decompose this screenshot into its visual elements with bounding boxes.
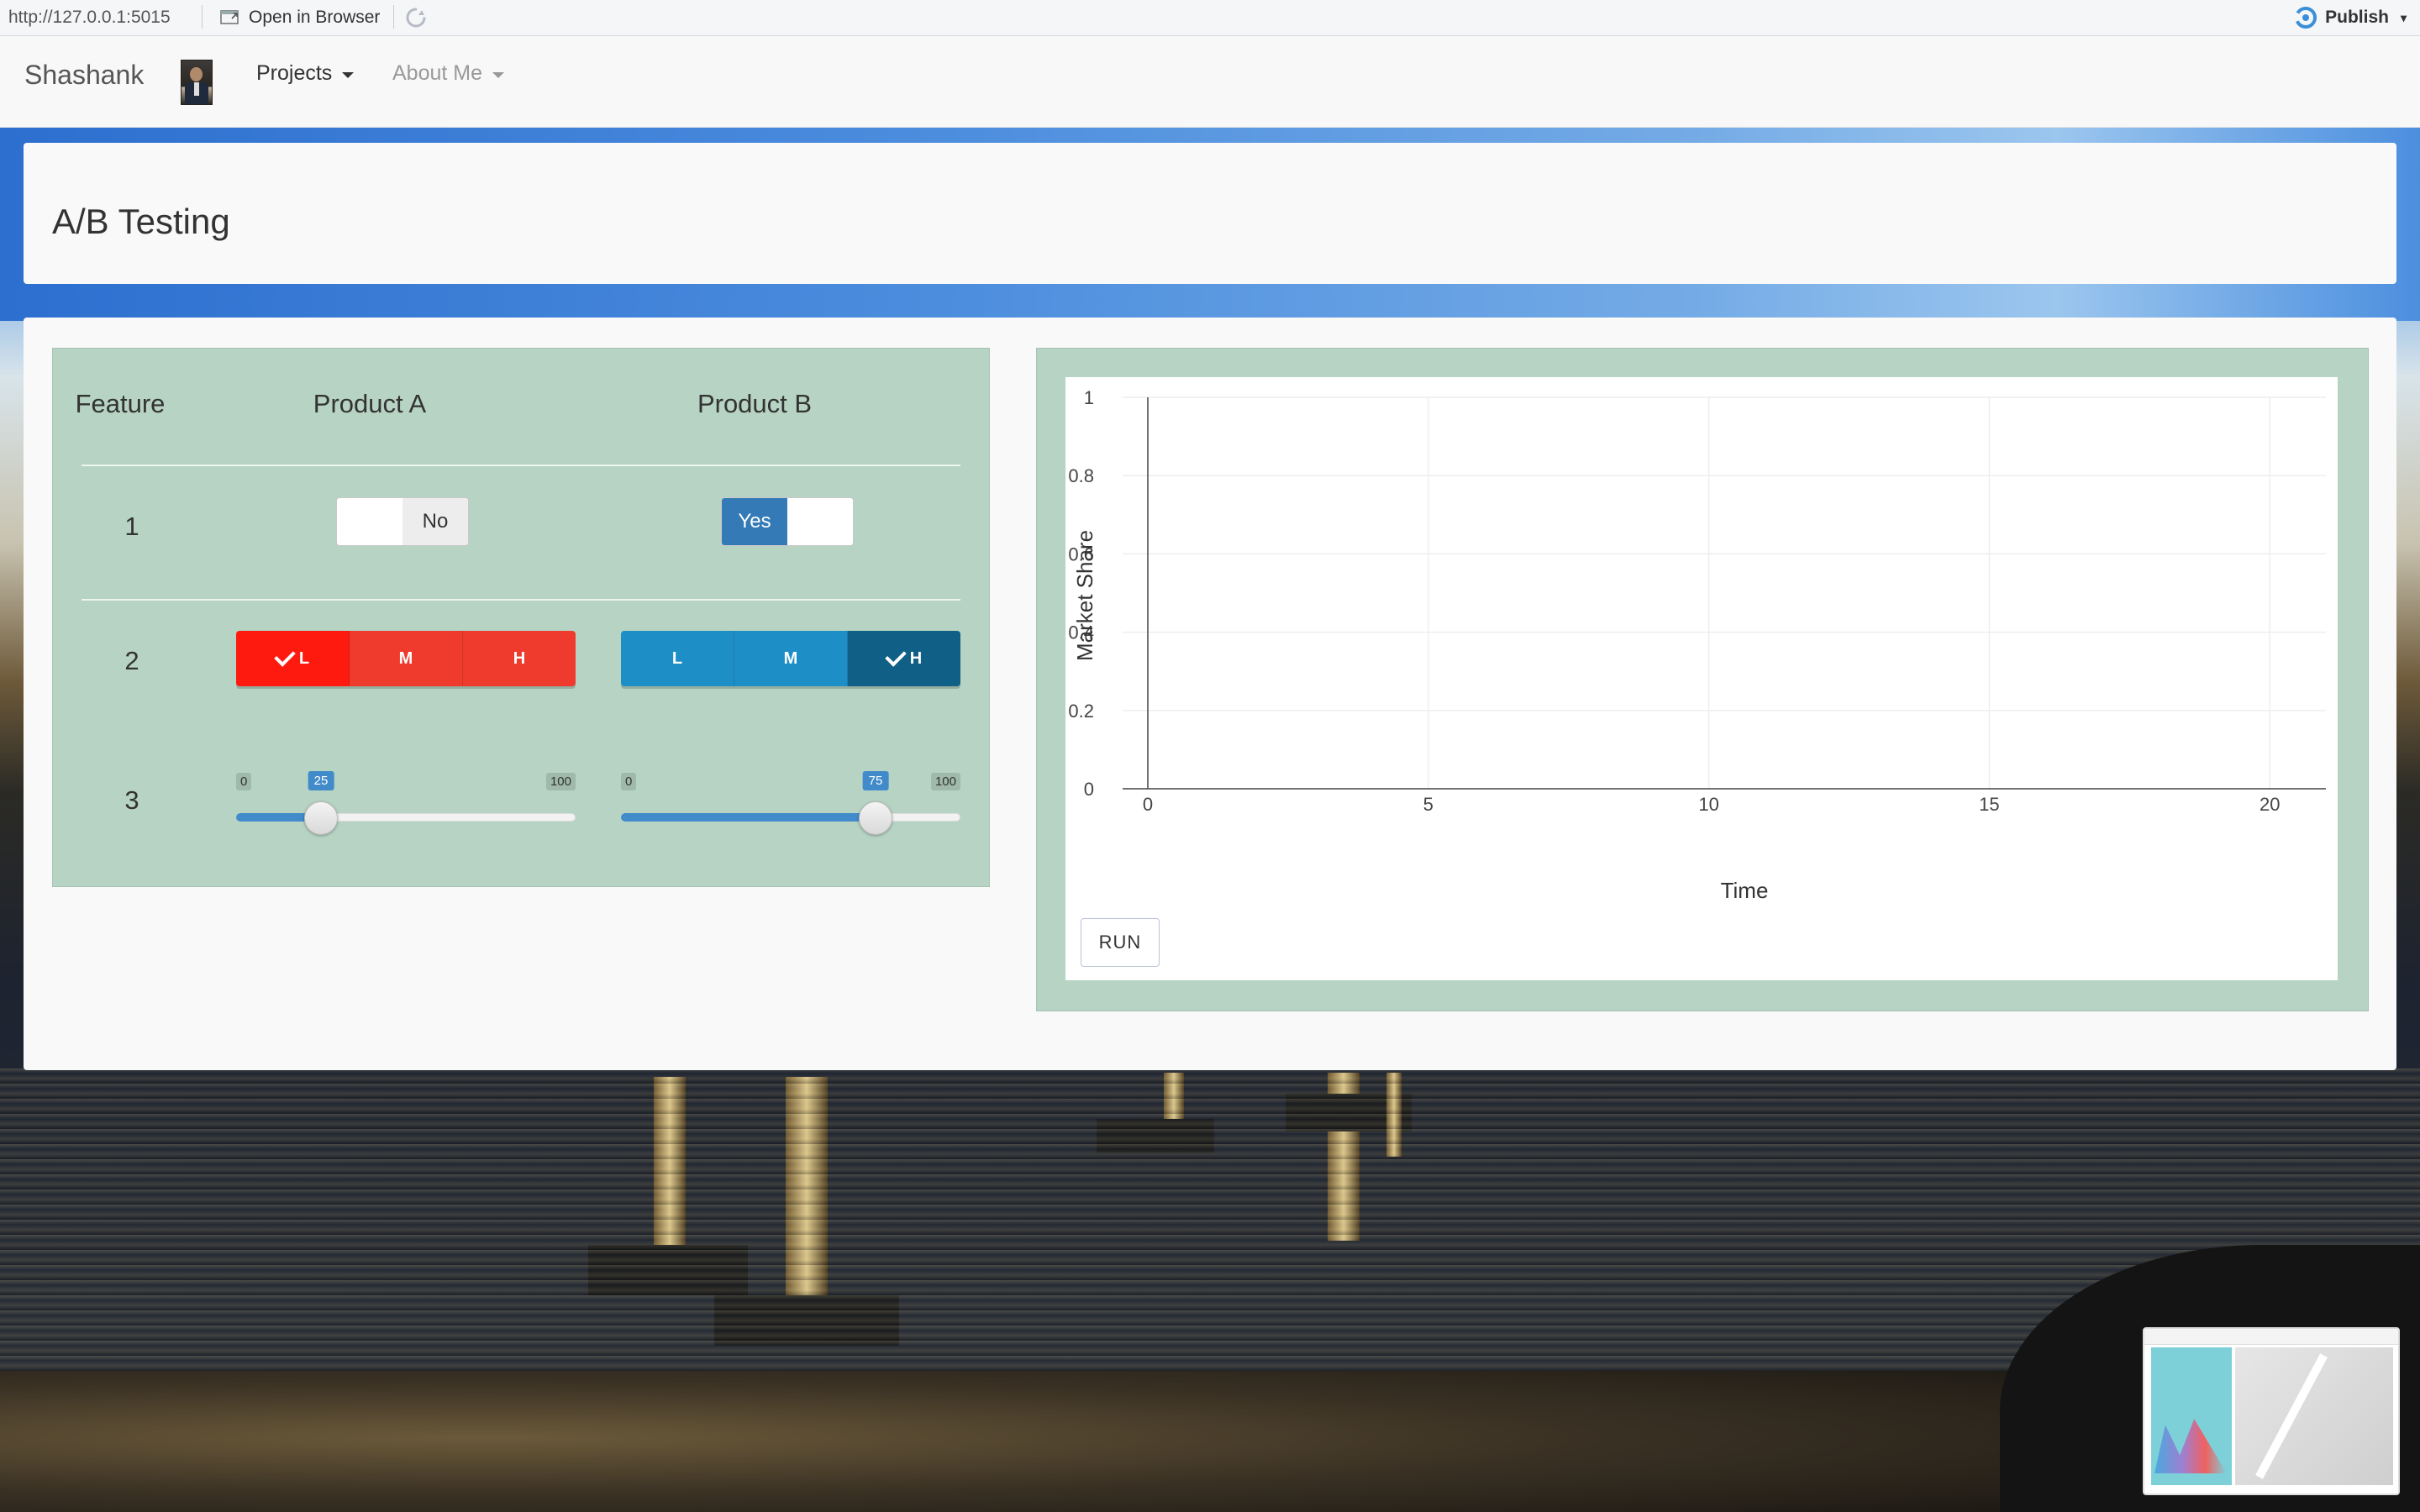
x-tick-label: 5 [1423,794,1434,815]
feature-row-3-number: 3 [124,785,139,815]
window-thumbnail[interactable] [2143,1327,2400,1495]
run-button[interactable]: RUN [1081,918,1160,967]
x-tick-label: 15 [1979,794,1999,815]
browser-window-icon [220,10,239,24]
product-a-option-l[interactable]: L [236,631,350,686]
product-b-feature-3-slider[interactable]: 0 100 75 [621,771,960,840]
x-tick-label: 0 [1143,794,1153,815]
title-panel: A/B Testing [24,143,2396,284]
slider-min-label: 0 [236,773,252,790]
x-tick-label: 10 [1698,794,1718,815]
toolbar-divider [202,5,203,29]
check-icon [885,645,907,667]
product-a-feature-1-toggle[interactable]: No [336,497,469,546]
row-divider [82,599,960,601]
header-feature: Feature [75,389,166,418]
slider-fill [621,813,876,822]
header-product-b: Product B [697,389,813,418]
header-product-a: Product A [313,389,427,418]
slider-handle[interactable] [304,801,338,835]
y-tick-label: 0 [1084,779,1094,800]
product-a-option-h[interactable]: H [463,631,576,686]
product-b-option-l[interactable]: L [621,631,734,686]
row-divider [82,465,960,466]
slider-max-label: 100 [545,773,576,790]
option-label: L [671,648,683,668]
chart-panel: 0 5 10 15 20 0 0.2 0.4 0.6 0.8 1 Time Market Share… [1036,348,2369,1011]
option-label: M [398,648,413,668]
y-tick-label: 0.8 [1068,465,1094,486]
nav-about-label: About Me [392,61,483,85]
product-a-feature-2-radio: L M H [236,631,576,686]
refresh-icon[interactable] [403,5,429,30]
feature-row-1-number: 1 [124,512,139,541]
option-label: H [513,648,526,668]
publish-label: Publish [2325,8,2389,27]
slider-value-label: 25 [308,771,334,790]
main-panel: Feature Product A Product B 1 No Yes 2 L… [24,318,2396,1070]
product-a-feature-3-slider[interactable]: 0 100 25 [236,771,576,840]
check-icon [274,645,296,667]
caret-down-icon [492,72,505,78]
option-label: M [783,648,798,668]
nav-projects-label: Projects [256,61,333,85]
viewer-toolbar: http://127.0.0.1:5015 Open in Browser Pu… [0,0,2420,36]
toolbar-divider [393,5,394,29]
toggle-off-label: No [402,498,468,545]
toggle-on-label: Yes [722,498,787,545]
chevron-down-icon: ▾ [2400,10,2407,24]
x-tick-label: 20 [2260,794,2280,815]
open-in-browser-label: Open in Browser [249,8,381,27]
nav-projects-dropdown[interactable]: Projects [256,61,355,86]
avatar [181,60,213,105]
navbar-brand[interactable]: Shashank [24,60,144,91]
feature-row-2-number: 2 [124,646,139,675]
publish-button[interactable]: Publish ▾ [2293,5,2407,30]
product-b-option-m[interactable]: M [734,631,848,686]
product-b-option-h[interactable]: H [848,631,960,686]
option-label: L [298,648,310,668]
nav-about-dropdown[interactable]: About Me [392,61,505,86]
caret-down-icon [342,72,355,78]
navbar: Shashank Projects About Me [0,36,2420,128]
y-axis-label: Market Share [1072,530,1097,661]
publish-icon [2295,7,2317,29]
url-label: http://127.0.0.1:5015 [8,8,171,27]
y-tick-label: 1 [1084,387,1094,408]
slider-max-label: 100 [930,773,960,790]
product-b-feature-1-toggle[interactable]: Yes [721,497,854,546]
product-a-option-m[interactable]: M [350,631,463,686]
product-b-feature-2-radio: L M H [621,631,960,686]
option-label: H [909,648,923,668]
y-tick-label: 0.2 [1068,701,1094,722]
x-axis-label: Time [1721,878,1769,903]
chart-container: 0 5 10 15 20 0 0.2 0.4 0.6 0.8 1 Time Market Share… [1065,377,2338,980]
market-share-chart[interactable]: 0 5 10 15 2000.20.40.60.81 Time Market Share [1065,377,2338,906]
slider-value-label: 75 [862,771,889,790]
feature-panel: Feature Product A Product B 1 No Yes 2 L… [52,348,990,887]
page-title: A/B Testing [52,202,230,241]
slider-min-label: 0 [621,773,637,790]
slider-handle[interactable] [859,801,892,835]
open-in-browser-button[interactable]: Open in Browser [215,5,385,30]
